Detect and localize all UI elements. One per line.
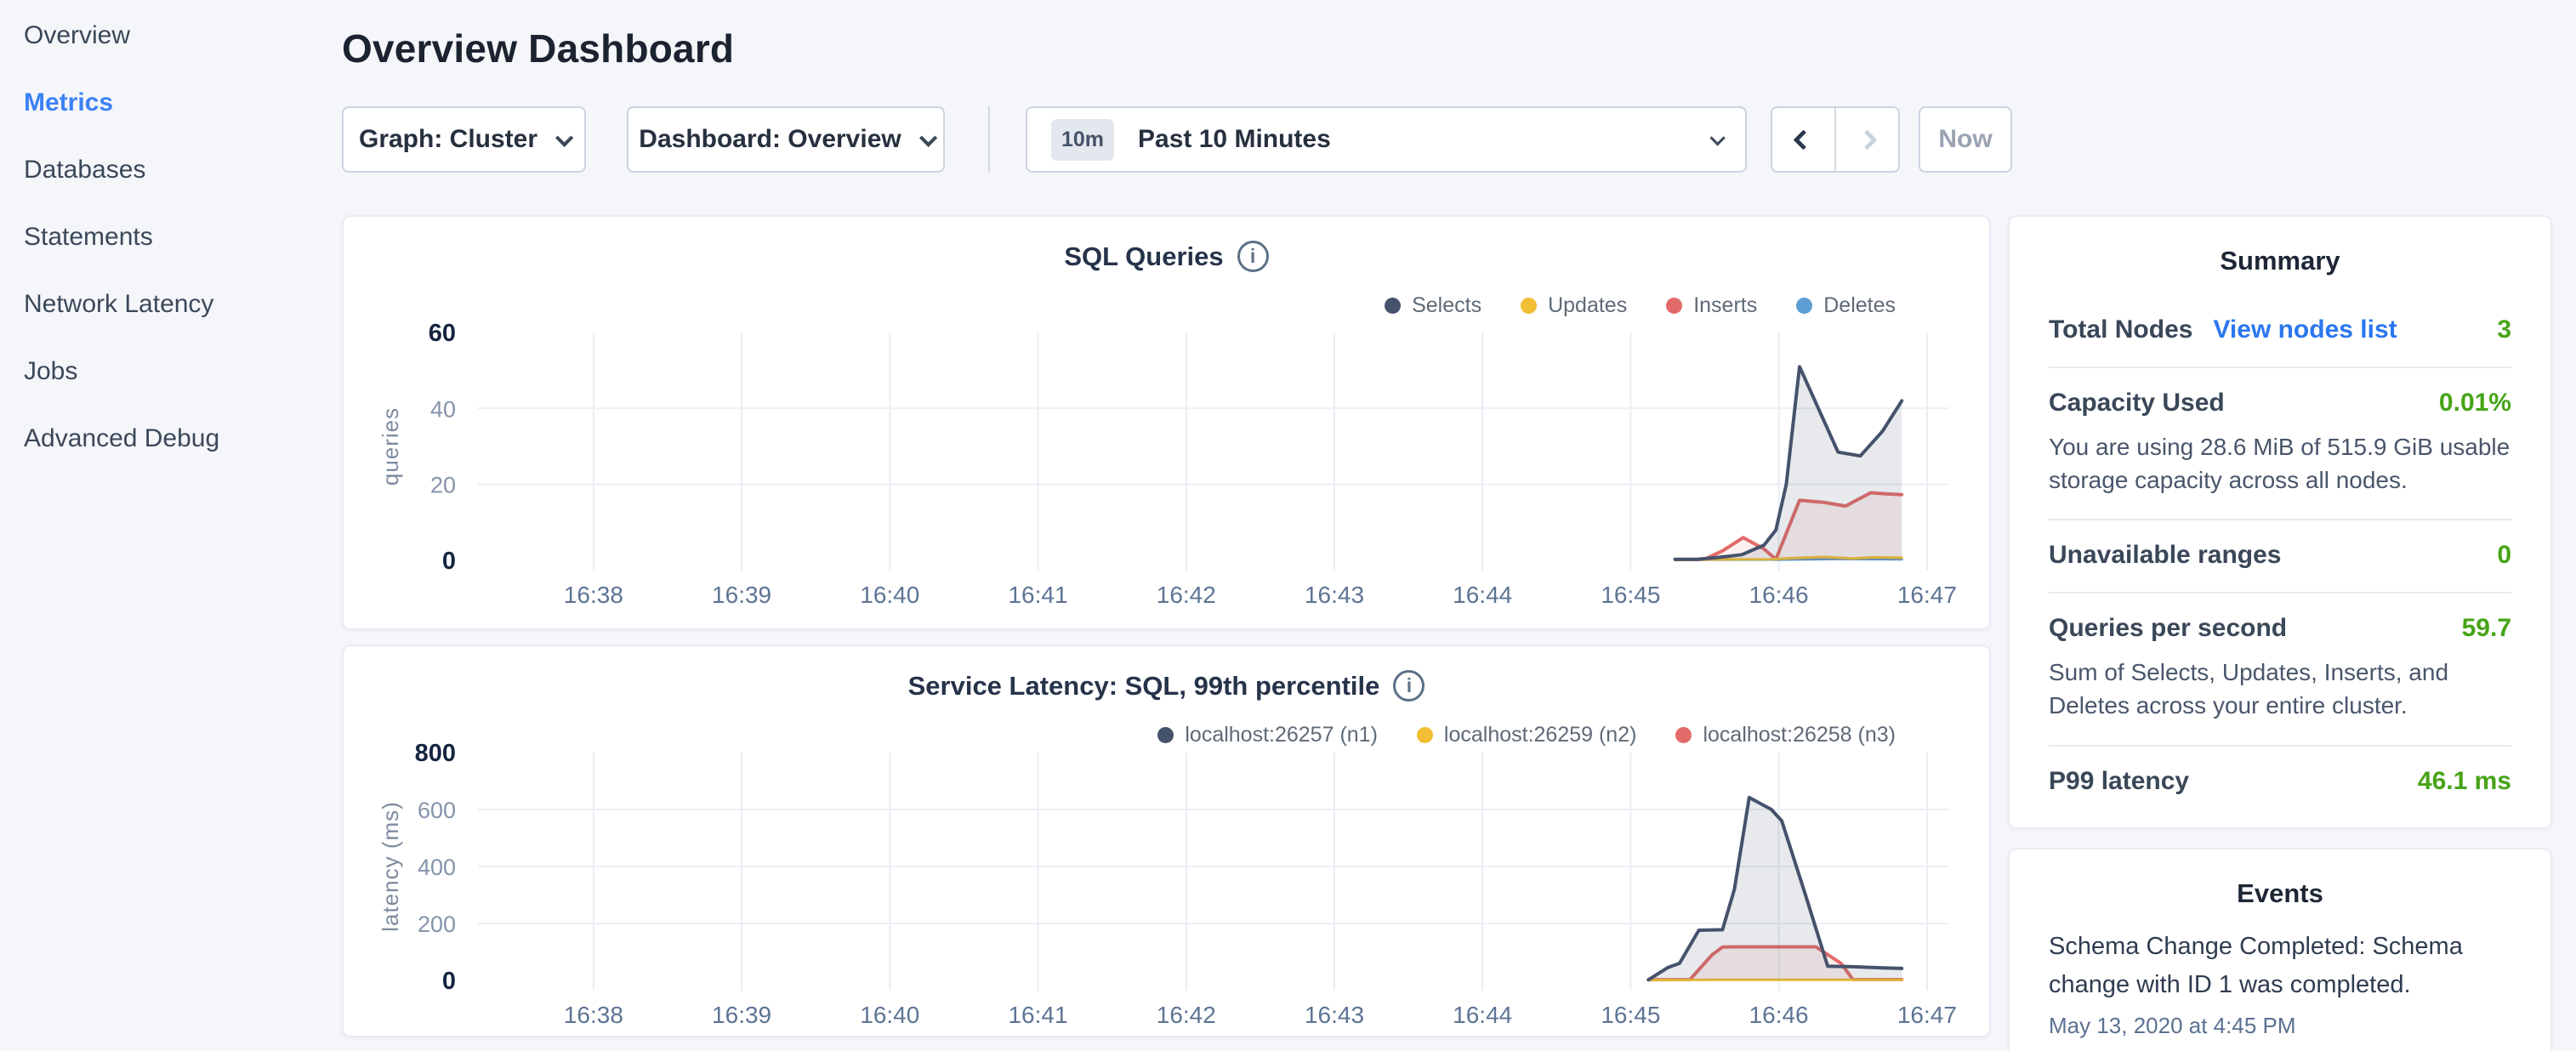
x-tick-label: 16:40: [860, 1002, 919, 1028]
toolbar-divider: [988, 106, 990, 173]
y-tick-label: 0: [442, 968, 456, 995]
summary-row-value: 0.01%: [2439, 389, 2511, 418]
summary-row-label: Total Nodes: [2049, 315, 2192, 344]
x-tick-label: 16:46: [1749, 582, 1809, 608]
chevron-down-icon: [919, 128, 937, 146]
service-latency-card: Service Latency: SQL, 99th percentile i …: [342, 645, 1991, 1037]
x-tick-label: 16:44: [1453, 582, 1512, 608]
y-tick-label: 0: [442, 548, 456, 575]
summary-row: Capacity Used 0.01% You are using 28.6 MiB…: [2049, 366, 2511, 519]
x-tick-label: 16:41: [1008, 582, 1067, 608]
y-tick-label: 20: [430, 473, 456, 498]
y-tick-label: 600: [418, 798, 456, 823]
x-tick-label: 16:42: [1157, 1002, 1216, 1028]
time-range-label: Past 10 Minutes: [1138, 125, 1331, 154]
dashboard-dropdown-label: Dashboard: Overview: [639, 125, 901, 154]
x-tick-label: 16:41: [1008, 1002, 1067, 1028]
summary-row-value: 0: [2497, 541, 2511, 570]
sidebar-nav: OverviewMetricsDatabasesStatementsNetwor…: [0, 2, 340, 472]
x-tick-label: 16:43: [1305, 582, 1364, 608]
events-panel: Events Schema Change Completed: Schema c…: [2008, 848, 2552, 1051]
time-step-buttons: [1771, 106, 1900, 173]
x-tick-label: 16:38: [564, 582, 623, 608]
summary-row-value: 59.7: [2462, 614, 2511, 643]
time-range-dropdown[interactable]: 10m Past 10 Minutes: [1026, 106, 1747, 173]
summary-row-label: P99 latency: [2049, 767, 2189, 796]
y-axis-label: queries: [378, 407, 403, 486]
page: OverviewMetricsDatabasesStatementsNetwor…: [0, 0, 2576, 1051]
y-tick-label: 800: [415, 740, 456, 767]
summary-title: Summary: [2049, 246, 2511, 276]
summary-row-subtext: You are using 28.6 MiB of 515.9 GiB usab…: [2049, 431, 2511, 497]
time-next-button[interactable]: [1836, 108, 1898, 171]
x-tick-label: 16:38: [564, 1002, 623, 1028]
events-title: Events: [2049, 878, 2511, 909]
x-tick-label: 16:45: [1601, 582, 1660, 608]
summary-rows: Total Nodes View nodes list 3 Capacity Used…: [2049, 295, 2511, 818]
page-title: Overview Dashboard: [342, 26, 734, 71]
summary-row: Total Nodes View nodes list 3: [2049, 295, 2511, 366]
summary-row-label: Queries per second: [2049, 614, 2287, 643]
summary-row-value: 3: [2497, 315, 2511, 344]
sidebar-item-databases[interactable]: Databases: [0, 136, 340, 203]
event-item: Schema Change Completed: Schema change w…: [2049, 928, 2511, 1039]
sql-queries-card: SQL Queries i SelectsUpdatesInsertsDelet…: [342, 215, 1991, 630]
events-list: Schema Change Completed: Schema change w…: [2049, 928, 2511, 1039]
graph-dropdown-label: Graph: Cluster: [359, 125, 537, 154]
now-button-label: Now: [1938, 125, 1992, 154]
x-tick-label: 16:43: [1305, 1002, 1364, 1028]
sidebar-item-metrics[interactable]: Metrics: [0, 69, 340, 136]
time-prev-button[interactable]: [1772, 108, 1834, 171]
x-tick-label: 16:42: [1157, 582, 1216, 608]
sidebar: OverviewMetricsDatabasesStatementsNetwor…: [0, 0, 340, 1051]
sidebar-item-jobs[interactable]: Jobs: [0, 338, 340, 405]
summary-row-subtext: Sum of Selects, Updates, Inserts, and De…: [2049, 656, 2511, 722]
chevron-right-icon: [1857, 129, 1877, 150]
chevron-down-icon: [1709, 130, 1725, 145]
summary-row: Unavailable ranges 0: [2049, 519, 2511, 592]
chevron-left-icon: [1793, 129, 1813, 150]
y-axis-label: latency (ms): [378, 801, 403, 932]
summary-row: P99 latency 46.1 ms: [2049, 745, 2511, 818]
summary-row-label: Unavailable ranges: [2049, 541, 2281, 570]
y-tick-label: 200: [418, 912, 456, 937]
sidebar-item-network-latency[interactable]: Network Latency: [0, 270, 340, 338]
x-tick-label: 16:39: [712, 582, 771, 608]
sidebar-item-advanced-debug[interactable]: Advanced Debug: [0, 405, 340, 472]
sql-queries-chart[interactable]: 16:38 16:39 16:40 16:41 16:42 16:43 16:44 16:45…: [344, 217, 1989, 628]
summary-panel: Summary Total Nodes View nodes list 3 Capac…: [2008, 215, 2552, 829]
x-tick-label: 16:46: [1749, 1002, 1809, 1028]
sidebar-item-overview[interactable]: Overview: [0, 2, 340, 69]
y-tick-label: 400: [418, 855, 456, 880]
x-tick-label: 16:40: [860, 582, 919, 608]
chevron-down-icon: [555, 128, 573, 146]
event-timestamp: May 13, 2020 at 4:45 PM: [2049, 1013, 2511, 1039]
view-nodes-list-link[interactable]: View nodes list: [2213, 315, 2397, 344]
x-tick-label: 16:47: [1897, 582, 1957, 608]
y-tick-label: 40: [430, 396, 456, 422]
x-tick-label: 16:45: [1601, 1002, 1660, 1028]
x-tick-label: 16:39: [712, 1002, 771, 1028]
summary-row: Queries per second 59.7 Sum of Selects, Up…: [2049, 592, 2511, 744]
graph-dropdown[interactable]: Graph: Cluster: [342, 106, 586, 173]
now-button[interactable]: Now: [1919, 106, 2012, 173]
summary-row-label: Capacity Used: [2049, 389, 2225, 418]
x-tick-label: 16:44: [1453, 1002, 1512, 1028]
service-latency-chart[interactable]: 16:38 16:39 16:40 16:41 16:42 16:43 16:44 16:45…: [344, 646, 1989, 1036]
x-tick-label: 16:47: [1897, 1002, 1957, 1028]
dashboard-dropdown[interactable]: Dashboard: Overview: [627, 106, 945, 173]
event-text: Schema Change Completed: Schema change w…: [2049, 928, 2511, 1004]
time-range-badge: 10m: [1051, 119, 1114, 161]
sidebar-item-statements[interactable]: Statements: [0, 203, 340, 270]
summary-row-value: 46.1 ms: [2418, 767, 2511, 796]
y-tick-label: 60: [429, 320, 456, 347]
